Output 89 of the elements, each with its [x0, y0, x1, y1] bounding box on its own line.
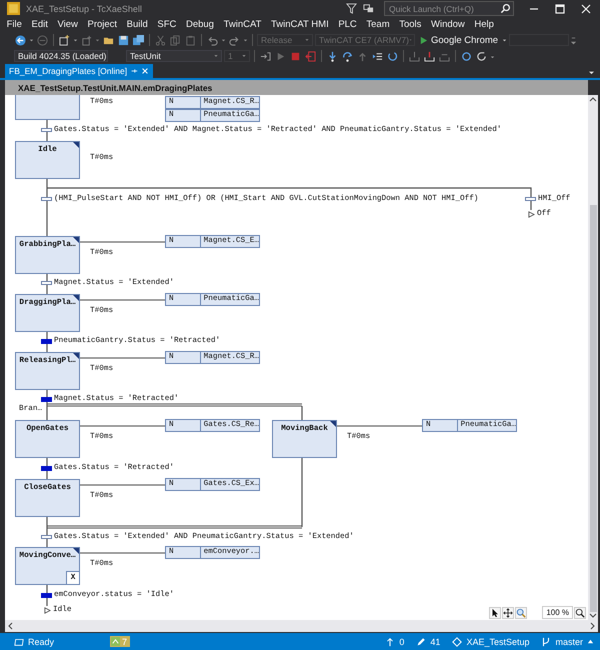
maximize-icon[interactable]: [554, 2, 566, 14]
close-icon[interactable]: [580, 2, 592, 14]
start-button[interactable]: Google Chrome: [417, 34, 500, 46]
app-logo-icon: [7, 2, 20, 15]
menu-item[interactable]: TwinCAT HMI: [266, 19, 334, 30]
branch-icon[interactable]: [541, 636, 552, 646]
step-into-icon[interactable]: [327, 50, 338, 62]
logout-icon[interactable]: [305, 50, 316, 62]
scroll-right-icon[interactable]: [588, 622, 596, 630]
forward-icon[interactable]: [37, 34, 48, 46]
download-icon[interactable]: [409, 50, 420, 62]
login-icon[interactable]: [260, 50, 271, 62]
transition-marker[interactable]: [525, 197, 536, 201]
pin-icon[interactable]: [130, 67, 138, 75]
zoom-field[interactable]: 100 %: [542, 606, 573, 619]
refresh-icon[interactable]: [461, 50, 472, 62]
scroll-down-icon[interactable]: [589, 612, 597, 620]
changes-count[interactable]: 41: [430, 636, 440, 646]
refresh-icon[interactable]: [476, 50, 487, 62]
menu-item[interactable]: Team: [362, 19, 395, 30]
horizontal-scrollbar[interactable]: [5, 620, 598, 632]
status-text: Ready: [28, 636, 54, 646]
arrow-up-icon[interactable]: [385, 636, 396, 646]
zoom-icon[interactable]: [515, 606, 528, 618]
transition-marker[interactable]: [41, 338, 52, 344]
menu-item[interactable]: Debug: [181, 19, 219, 30]
write-values-icon[interactable]: [424, 50, 435, 62]
menu-item[interactable]: Help: [470, 19, 499, 30]
step-out-icon[interactable]: [357, 50, 368, 62]
search-icon: [500, 3, 511, 14]
vertical-scrollbar[interactable]: [588, 95, 598, 620]
transition-marker[interactable]: [41, 396, 52, 402]
transition-marker[interactable]: [41, 592, 52, 598]
menu-item[interactable]: Edit: [26, 19, 53, 30]
dropdown[interactable]: Build 4024.35 (Loaded): [14, 50, 108, 62]
reset-icon[interactable]: [387, 50, 398, 62]
stop-icon[interactable]: [290, 50, 301, 62]
transition-marker[interactable]: [41, 466, 52, 470]
unpushed-count[interactable]: 0: [399, 636, 404, 646]
play-icon: [419, 36, 428, 44]
undo-icon[interactable]: [207, 34, 218, 46]
menu-item[interactable]: Tools: [394, 19, 426, 30]
back-icon[interactable]: [15, 34, 26, 46]
menu-item[interactable]: Build: [122, 19, 153, 30]
quick-launch-field[interactable]: Quick Launch (Ctrl+Q): [384, 1, 514, 16]
copy-icon[interactable]: [170, 34, 181, 46]
window-title: XAE_TestSetup - TcXaeShell: [26, 4, 142, 14]
document-tab[interactable]: FB_EM_DragingPlates [Online]: [5, 64, 154, 78]
corner-marker-icon: [330, 421, 336, 427]
dropdown[interactable]: TestUnit: [126, 50, 222, 62]
menu-item[interactable]: TwinCAT: [218, 19, 266, 30]
branch-name[interactable]: master: [555, 636, 583, 646]
ready-icon: [14, 636, 24, 646]
scroll-left-icon[interactable]: [7, 622, 15, 630]
transition-marker[interactable]: [41, 197, 52, 201]
breadcrumb: XAE_TestSetup.TestUnit.MAIN.emDragingPlates: [18, 82, 212, 92]
feedback-icon[interactable]: [363, 3, 374, 14]
transition-marker[interactable]: [41, 281, 52, 285]
menu-item[interactable]: Window: [426, 19, 470, 30]
move-icon[interactable]: [502, 606, 514, 618]
play-icon[interactable]: [275, 50, 286, 62]
scroll-up-icon[interactable]: [589, 95, 597, 103]
save-icon[interactable]: [118, 34, 129, 46]
corner-marker-icon: [73, 142, 79, 148]
transition-marker[interactable]: [41, 128, 52, 132]
pencil-icon[interactable]: [416, 636, 426, 646]
repository-name[interactable]: XAE_TestSetup: [466, 636, 530, 646]
new-project-icon[interactable]: [59, 34, 70, 46]
zoom-options-icon[interactable]: [574, 606, 586, 618]
save-all-icon[interactable]: [133, 34, 144, 46]
repository-icon[interactable]: [452, 636, 462, 646]
menu-item[interactable]: View: [52, 19, 83, 30]
jump-icon: [44, 606, 51, 614]
menu-item[interactable]: PLC: [334, 19, 362, 30]
menu-item[interactable]: File: [2, 19, 27, 30]
paste-icon[interactable]: [185, 34, 196, 46]
transition-marker[interactable]: [41, 535, 52, 539]
overflow-icon[interactable]: [571, 34, 576, 46]
jump-icon: [528, 210, 535, 218]
pointer-icon[interactable]: [489, 606, 502, 618]
step-over-icon[interactable]: [342, 50, 353, 62]
menu-item[interactable]: Project: [82, 19, 122, 30]
redo-icon[interactable]: [229, 34, 240, 46]
caret-icon[interactable]: [587, 638, 594, 645]
menu-item[interactable]: SFC: [152, 19, 182, 30]
cut-icon[interactable]: [155, 34, 166, 46]
show-next-icon[interactable]: [372, 50, 383, 62]
add-item-icon[interactable]: [81, 34, 92, 46]
filter-icon[interactable]: [346, 3, 357, 14]
